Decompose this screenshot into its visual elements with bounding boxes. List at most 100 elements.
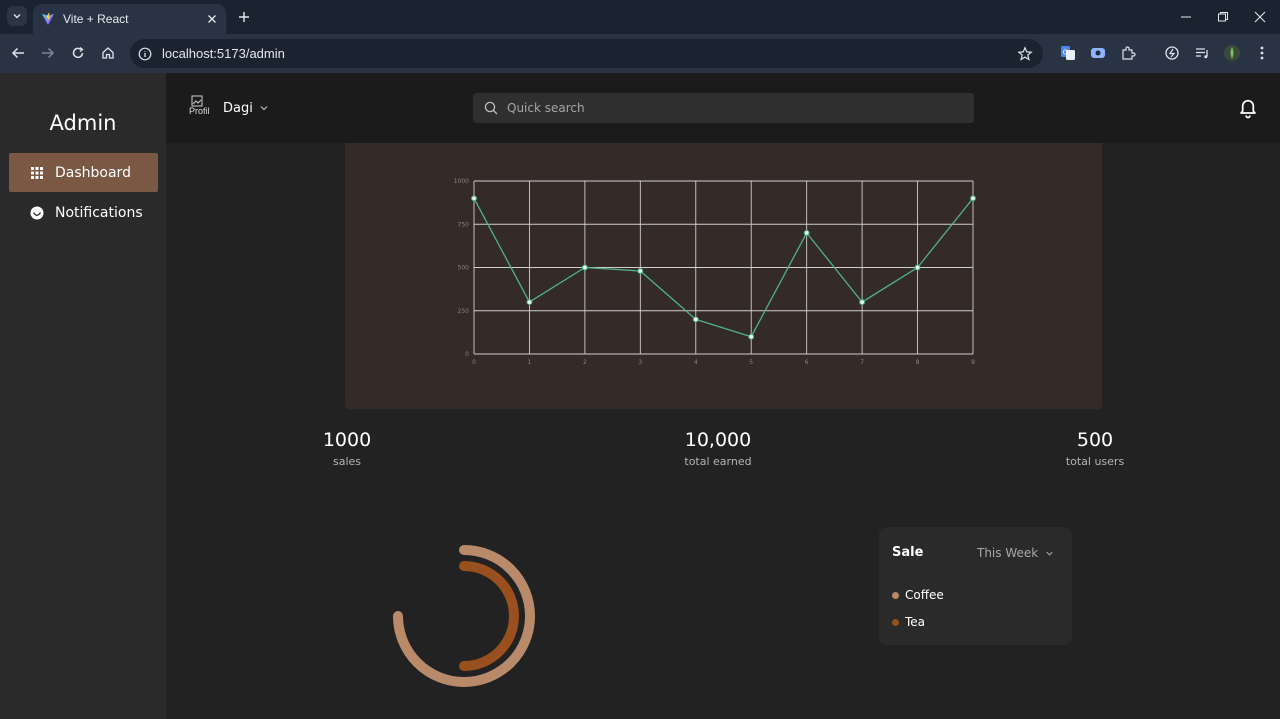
period-dropdown[interactable]: This Week — [977, 546, 1054, 560]
media-controls-icon[interactable] — [1193, 44, 1211, 62]
stat-total-users: 500 total users — [1015, 429, 1175, 468]
sales-donut-chart — [393, 545, 535, 687]
x-tick-label: 1 — [528, 359, 532, 366]
x-tick-label: 8 — [916, 359, 920, 366]
sale-card: Sale This Week Coffee Tea — [879, 527, 1072, 645]
legend-item-coffee: Coffee — [892, 588, 944, 602]
browser-menu-icon[interactable] — [1253, 44, 1271, 62]
stat-total-earned: 10,000 total earned — [638, 429, 798, 468]
browser-tab[interactable]: Vite + React — [33, 4, 226, 34]
x-tick-label: 9 — [971, 359, 975, 366]
x-tick-label: 5 — [749, 359, 753, 366]
avatar: Profil — [189, 95, 215, 121]
tab-search-button[interactable] — [7, 6, 27, 26]
y-tick-label: 250 — [458, 308, 470, 315]
data-point[interactable] — [637, 268, 644, 274]
data-point[interactable] — [970, 195, 976, 202]
y-tick-label: 0 — [465, 351, 469, 358]
url-text: localhost:5173/admin — [162, 46, 285, 61]
stat-value: 500 — [1076, 429, 1114, 451]
grid-icon — [30, 166, 44, 180]
tab-title: Vite + React — [63, 12, 129, 26]
performance-icon[interactable] — [1163, 44, 1181, 62]
chevron-down-icon — [13, 14, 21, 19]
browser-toolbar: localhost:5173/admin G — [0, 34, 1280, 73]
arrow-left-icon — [11, 47, 24, 59]
legend-dot — [892, 618, 899, 626]
x-tick-label: 0 — [472, 359, 476, 366]
close-icon — [1254, 11, 1266, 23]
data-point[interactable] — [748, 333, 755, 340]
bell-icon[interactable] — [1236, 96, 1260, 120]
chevron-down-icon — [1046, 551, 1053, 556]
minimize-button[interactable] — [1176, 8, 1196, 26]
legend-dot — [892, 591, 899, 599]
extensions-puzzle-icon[interactable] — [1119, 44, 1137, 62]
plus-icon — [239, 12, 249, 22]
line-chart-card: 0 1 2 3 4 5 6 7 8 9 0 250 500 750 1000 — [345, 143, 1102, 409]
data-point[interactable] — [914, 264, 921, 271]
notification-icon — [30, 206, 44, 220]
tab-strip: Vite + React — [0, 0, 1280, 34]
brand-title: Admin — [49, 111, 117, 135]
reload-icon — [72, 46, 84, 59]
legend-label: Coffee — [905, 588, 944, 602]
reload-button[interactable] — [68, 43, 88, 63]
bookmark-star-icon[interactable] — [1017, 45, 1033, 62]
data-point[interactable] — [692, 316, 699, 323]
avatar-alt-text: Profil — [189, 106, 210, 116]
screen-extension-icon[interactable] — [1089, 44, 1107, 62]
dashboard-main: 0 1 2 3 4 5 6 7 8 9 0 250 500 750 1000 1000 sales 10,0… — [166, 143, 1280, 719]
sidebar-item-label: Dashboard — [55, 164, 131, 181]
data-point[interactable] — [803, 229, 810, 236]
profile-name: Dagi — [223, 100, 253, 116]
sidebar-item-label: Notifications — [55, 204, 143, 221]
legend-item-tea: Tea — [892, 615, 925, 629]
close-window-button[interactable] — [1250, 8, 1270, 26]
search-icon — [484, 101, 498, 115]
profile-avatar-icon[interactable] — [1223, 44, 1241, 62]
data-point[interactable] — [526, 299, 533, 306]
restore-icon — [1218, 12, 1228, 22]
sidebar-item-notifications[interactable]: Notifications — [9, 193, 158, 232]
stat-label: sales — [332, 455, 362, 468]
restore-button[interactable] — [1213, 8, 1233, 26]
data-point[interactable] — [581, 264, 588, 271]
stat-label: total earned — [684, 455, 752, 468]
stat-value: 10,000 — [684, 429, 752, 451]
y-tick-label: 1000 — [454, 178, 469, 185]
sale-title: Sale — [892, 545, 924, 560]
new-tab-button[interactable] — [235, 8, 253, 26]
svg-text:G: G — [1063, 48, 1068, 56]
x-tick-label: 6 — [805, 359, 809, 366]
data-point[interactable] — [859, 299, 866, 306]
x-tick-label: 4 — [694, 359, 698, 366]
y-tick-label: 500 — [458, 265, 470, 272]
browser-chrome: Vite + React localhost:5173/admin G — [0, 0, 1280, 73]
translate-extension-icon[interactable]: G — [1059, 44, 1077, 62]
site-info-icon[interactable] — [138, 47, 152, 61]
data-point[interactable] — [471, 195, 477, 202]
close-icon[interactable] — [204, 11, 220, 27]
x-tick-label: 7 — [860, 359, 864, 366]
sidebar: Admin Dashboard Notifications — [0, 73, 166, 719]
forward-button[interactable] — [38, 43, 58, 63]
line-chart: 0 1 2 3 4 5 6 7 8 9 0 250 500 750 1000 — [454, 178, 976, 366]
home-button[interactable] — [98, 43, 118, 63]
chevron-down-icon — [260, 106, 268, 111]
stat-sales: 1000 sales — [267, 429, 427, 468]
stat-value: 1000 — [322, 429, 372, 451]
donut-arc-tea[interactable] — [459, 561, 519, 671]
address-bar[interactable]: localhost:5173/admin — [130, 39, 1043, 68]
home-icon — [102, 47, 114, 59]
vite-logo-icon — [42, 13, 54, 25]
sidebar-item-dashboard[interactable]: Dashboard — [9, 153, 158, 192]
back-button[interactable] — [8, 43, 28, 63]
minimize-icon — [1181, 16, 1191, 18]
quick-search[interactable] — [473, 93, 974, 123]
period-label: This Week — [977, 546, 1039, 560]
arrow-right-icon — [42, 47, 55, 59]
search-input[interactable] — [507, 101, 957, 115]
profile-menu[interactable]: Profil Dagi — [189, 95, 269, 121]
stat-label: total users — [1065, 455, 1125, 468]
